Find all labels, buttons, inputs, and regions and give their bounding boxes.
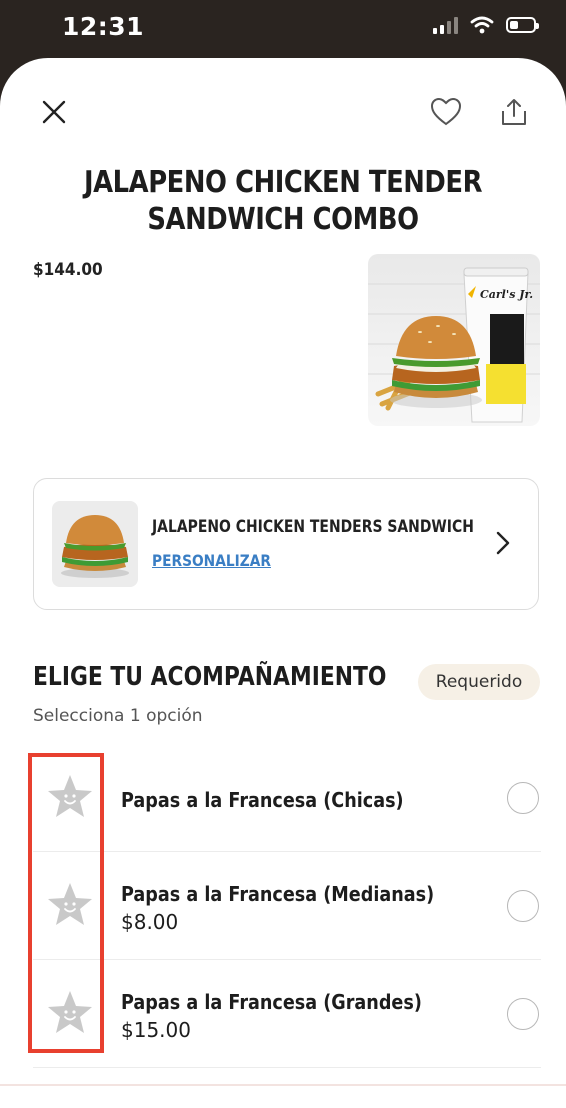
highlight-box (28, 753, 104, 1053)
side-option[interactable]: Papas a la Francesa (Medianas) $8.00 (33, 852, 541, 960)
cellular-signal-icon (433, 16, 458, 34)
required-badge: Requerido (418, 664, 540, 700)
product-image: Carl's Jr. (368, 254, 540, 426)
chevron-right-icon (496, 531, 510, 555)
status-bar: 12:31 (0, 0, 566, 62)
share-icon (502, 99, 526, 125)
side-option-name: Papas a la Francesa (Grandes) (121, 990, 422, 1014)
close-button[interactable] (36, 94, 72, 130)
side-option-name: Papas a la Francesa (Chicas) (121, 788, 404, 812)
side-option-radio[interactable] (507, 998, 539, 1030)
sandwich-name: JALAPENO CHICKEN TENDERS SANDWICH (152, 517, 474, 537)
side-option[interactable]: Papas a la Francesa (Grandes) $15.00 (33, 960, 541, 1068)
cup-brand-text: Carl's Jr. (480, 288, 533, 301)
side-option-price: $15.00 (121, 1018, 191, 1042)
side-option-radio[interactable] (507, 782, 539, 814)
heart-icon (431, 98, 461, 126)
product-price: $144.00 (33, 260, 103, 280)
product-sheet: JALAPENO CHICKEN TENDER SANDWICH COMBO $… (0, 58, 566, 1108)
product-title: JALAPENO CHICKEN TENDER SANDWICH COMBO (83, 165, 483, 237)
close-icon (42, 100, 66, 124)
share-button[interactable] (494, 92, 534, 132)
favorite-button[interactable] (428, 94, 464, 130)
sandwich-thumbnail (52, 501, 138, 587)
side-option[interactable]: Papas a la Francesa (Chicas) (33, 744, 541, 852)
battery-icon (506, 17, 539, 33)
side-option-name: Papas a la Francesa (Medianas) (121, 882, 435, 906)
wifi-icon (470, 16, 494, 34)
status-time: 12:31 (62, 12, 145, 41)
customize-link[interactable]: PERSONALIZAR (152, 551, 271, 570)
divider (0, 1084, 566, 1086)
section-subtitle: Selecciona 1 opción (33, 706, 203, 726)
section-title: ELIGE TU ACOMPAÑAMIENTO (33, 662, 387, 692)
status-icons (433, 16, 539, 34)
side-option-radio[interactable] (507, 890, 539, 922)
side-option-price: $8.00 (121, 910, 179, 934)
sandwich-card[interactable]: JALAPENO CHICKEN TENDERS SANDWICH PERSON… (33, 478, 539, 610)
